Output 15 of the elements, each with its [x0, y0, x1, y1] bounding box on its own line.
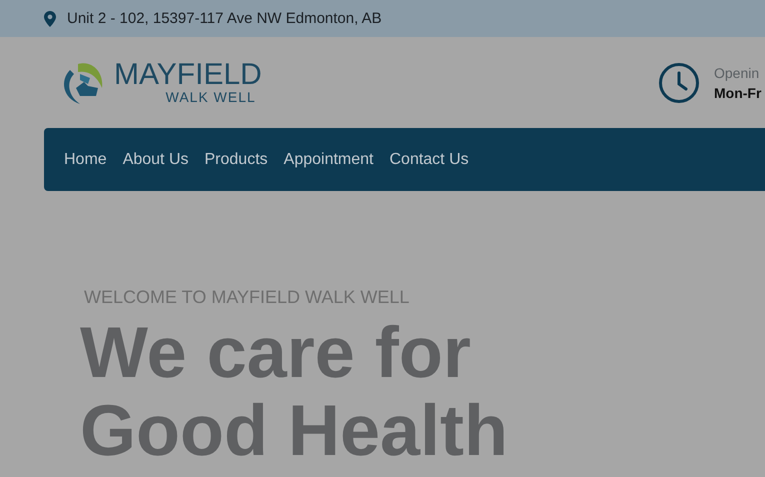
nav-link[interactable]: About Us — [114, 150, 196, 168]
hours-label: Openin — [714, 64, 760, 80]
nav-link[interactable]: Products — [196, 150, 276, 168]
nav-link[interactable]: Contact Us — [381, 150, 477, 168]
hero-heading: Good Health — [80, 392, 509, 470]
location-pin-icon — [44, 10, 56, 26]
hero-eyebrow: WELCOME TO MAYFIELD WALK WELL — [83, 287, 410, 308]
logo-tagline: WALK WELL — [166, 90, 256, 105]
address-text: Unit 2 - 102, 15397-117 Ave NW Edmonton, AB — [67, 10, 382, 27]
clock-icon — [658, 62, 700, 104]
logo-wordmark: MAYFIELD — [114, 60, 262, 90]
hours-value: Mon-Fr — [714, 84, 762, 100]
nav-link[interactable]: Home — [56, 150, 115, 168]
hero-heading: We care for — [80, 314, 472, 392]
nav-link[interactable]: Appointment — [276, 150, 382, 168]
